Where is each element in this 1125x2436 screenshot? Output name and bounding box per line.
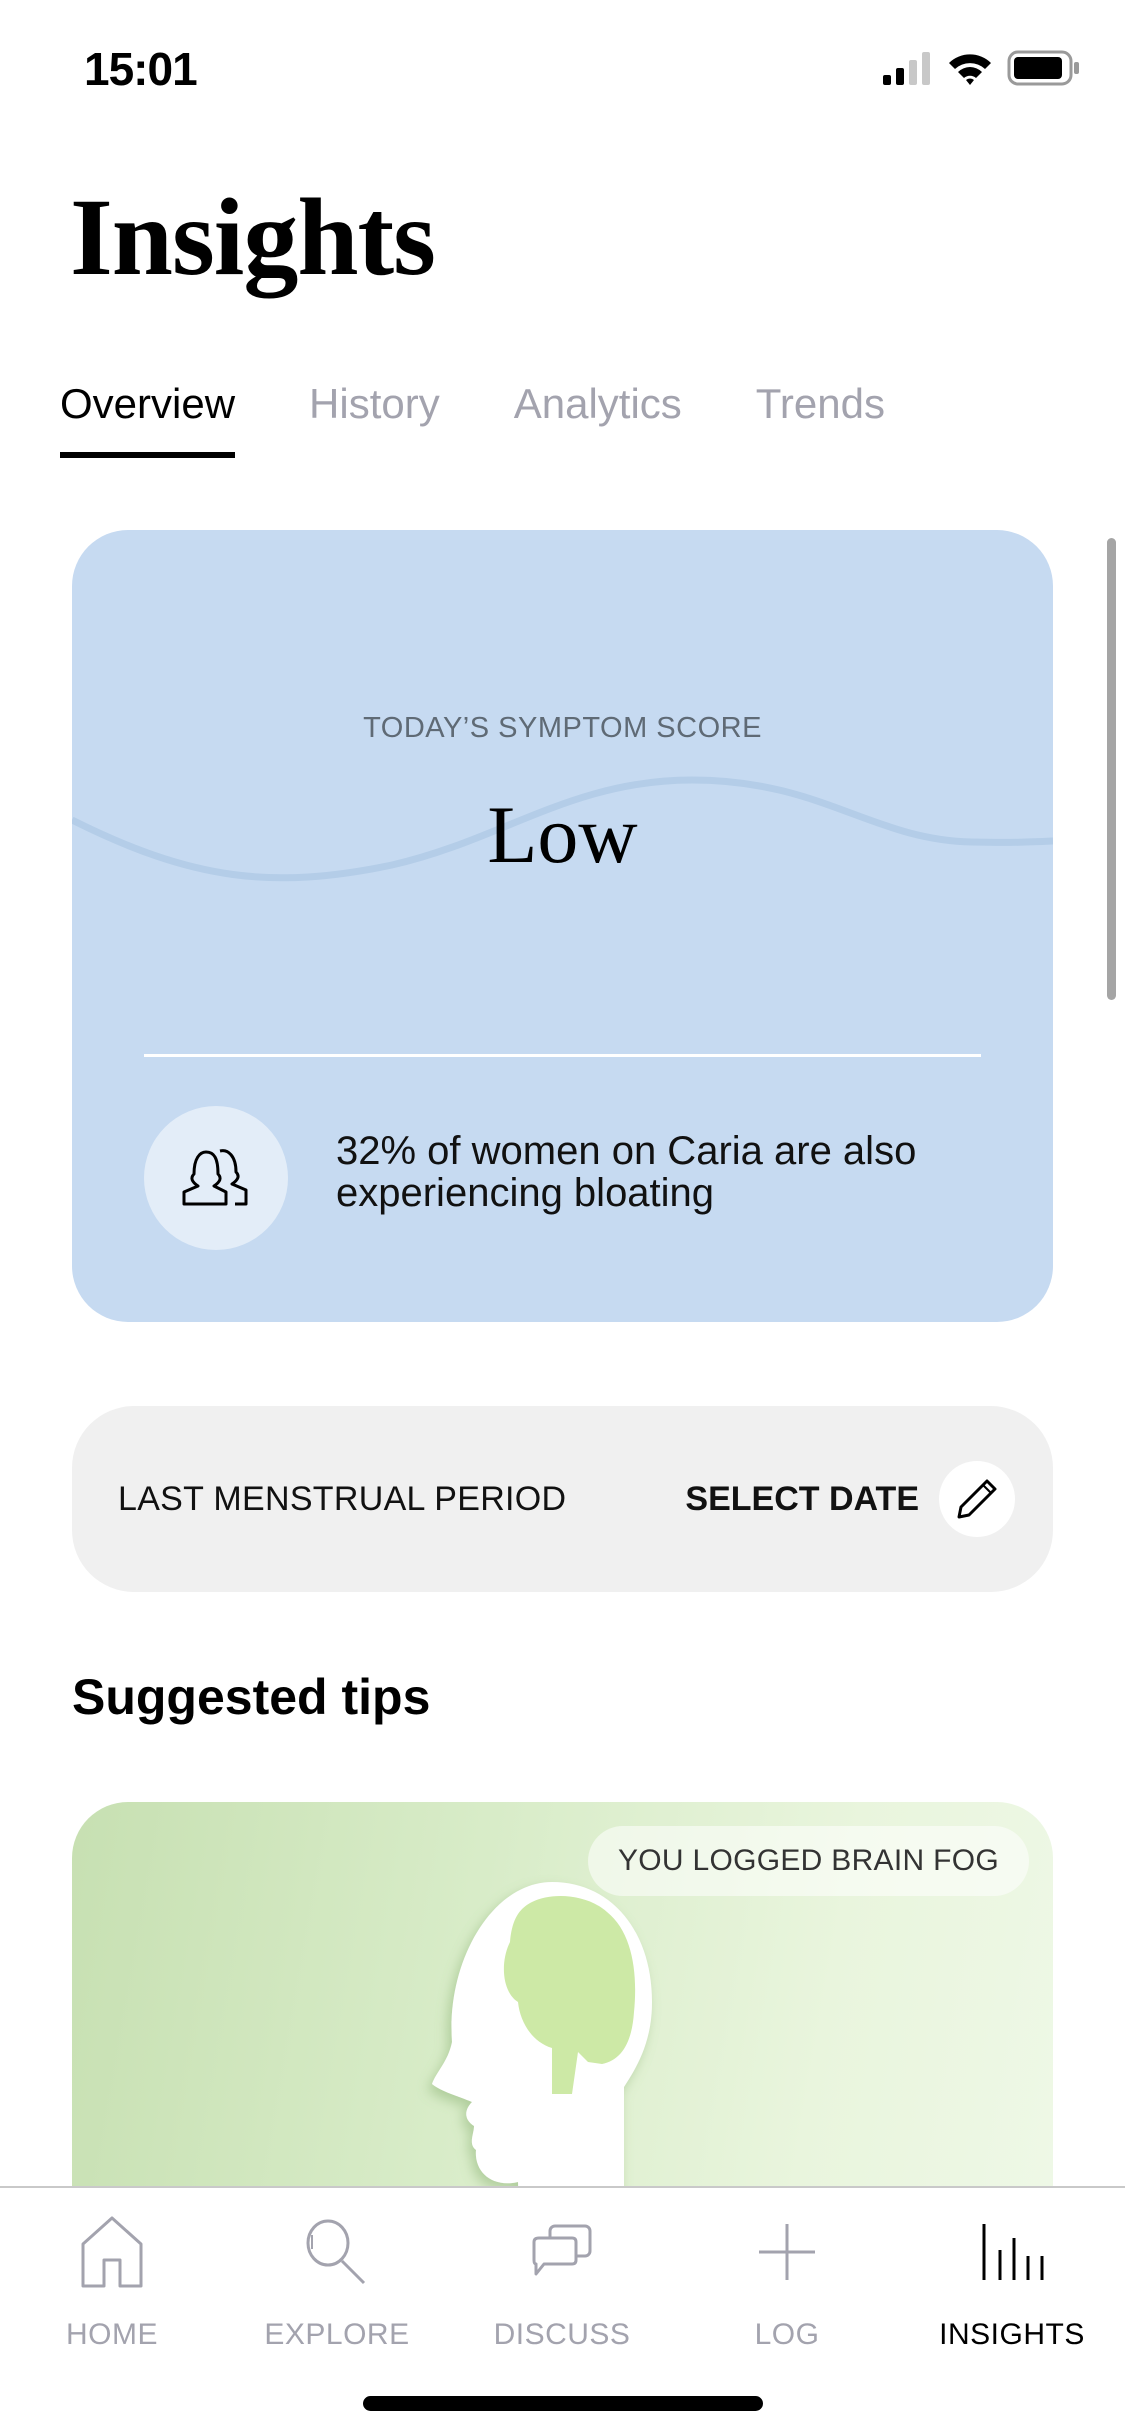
tab-analytics[interactable]: Analytics: [514, 380, 682, 458]
bar-chart-icon: [982, 2224, 1044, 2280]
signal-icon: [883, 52, 930, 85]
search-icon: [306, 2219, 366, 2285]
wifi-icon: [949, 54, 991, 85]
tab-history[interactable]: History: [309, 380, 440, 458]
tab-trends[interactable]: Trends: [756, 380, 885, 458]
last-period-label: LAST MENSTRUAL PERIOD: [118, 1480, 567, 1518]
plus-icon: [759, 2224, 815, 2280]
status-bar: 15:01: [0, 0, 1125, 140]
edit-date-button[interactable]: [939, 1461, 1015, 1537]
stat-icon-container: [144, 1106, 288, 1250]
scrollbar[interactable]: [1107, 538, 1116, 1000]
nav-log-label: LOG: [754, 2318, 820, 2351]
tip-card[interactable]: YOU LOGGED BRAIN FOG: [72, 1802, 1053, 2222]
last-period-card: LAST MENSTRUAL PERIOD SELECT DATE: [72, 1406, 1053, 1592]
symptom-score-label: TODAY’S SYMPTOM SCORE: [363, 712, 762, 744]
tip-badge: YOU LOGGED BRAIN FOG: [587, 1826, 1029, 1896]
home-indicator: [363, 2396, 763, 2411]
nav-explore[interactable]: EXPLORE: [237, 2212, 437, 2352]
chat-bubbles-icon: [532, 2224, 592, 2276]
tab-bar-top: Overview History Analytics Trends: [60, 380, 959, 458]
nav-home-label: HOME: [66, 2318, 158, 2351]
status-time: 15:01: [84, 43, 198, 95]
symptom-score-card[interactable]: TODAY’S SYMPTOM SCORE Low 32% of women o…: [72, 530, 1053, 1322]
stat-text: 32% of women on Caria are also experienc…: [336, 1129, 917, 1215]
nav-discuss-label: DISCUSS: [493, 2318, 631, 2351]
home-icon: [81, 2216, 143, 2288]
select-date-button[interactable]: SELECT DATE: [685, 1480, 919, 1519]
nav-explore-label: EXPLORE: [264, 2318, 410, 2351]
status-icons: [881, 50, 1081, 86]
page-title: Insights: [70, 176, 436, 298]
pencil-icon: [957, 1479, 997, 1519]
nav-insights[interactable]: INSIGHTS: [912, 2212, 1112, 2352]
nav-log[interactable]: LOG: [687, 2212, 887, 2352]
symptom-score-value: Low: [487, 789, 638, 880]
head-brain-illustration: [432, 1882, 652, 2222]
two-women-icon: [182, 1149, 248, 1206]
nav-home[interactable]: HOME: [12, 2212, 212, 2352]
tab-overview[interactable]: Overview: [60, 380, 236, 458]
divider: [144, 1054, 981, 1057]
suggested-tips-title: Suggested tips: [72, 1669, 431, 1725]
nav-discuss[interactable]: DISCUSS: [462, 2212, 662, 2352]
nav-insights-label: INSIGHTS: [939, 2318, 1085, 2351]
battery-icon: [1007, 50, 1079, 86]
